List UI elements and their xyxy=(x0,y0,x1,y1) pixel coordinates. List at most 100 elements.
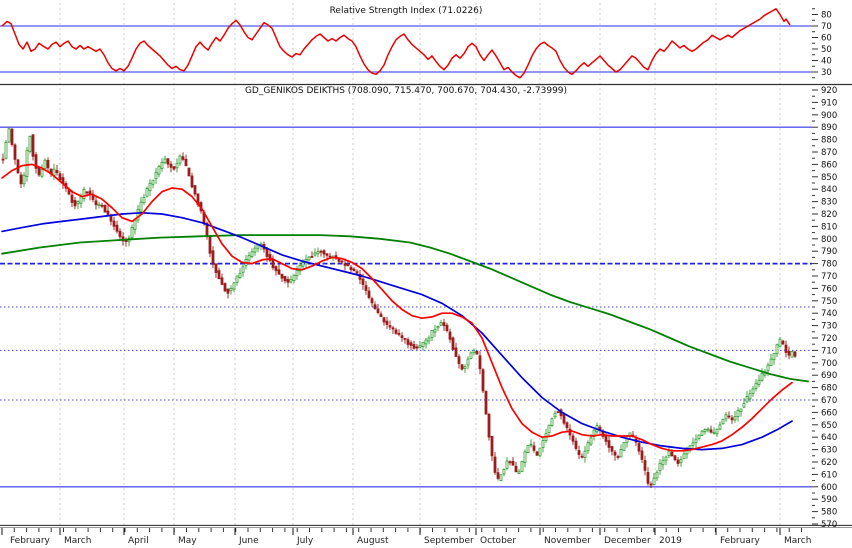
candle-body xyxy=(589,437,593,445)
x-axis-label: March xyxy=(784,536,811,546)
candle-body xyxy=(322,250,326,255)
candle-body xyxy=(556,411,560,414)
x-axis-label: February xyxy=(720,536,761,546)
candle-body xyxy=(406,339,410,345)
candle-body xyxy=(295,270,299,277)
candle-body xyxy=(562,414,566,424)
price-axis-label: 790 xyxy=(821,247,837,257)
candle-body xyxy=(115,224,119,232)
candle-body xyxy=(442,322,446,327)
candle-body xyxy=(448,331,452,340)
candle-body xyxy=(481,369,485,392)
price-axis-label: 670 xyxy=(821,396,837,406)
candle-body xyxy=(709,429,713,433)
candle-body xyxy=(454,347,458,357)
candle-body xyxy=(496,472,500,479)
candle-body xyxy=(82,189,86,199)
candle-body xyxy=(169,163,173,168)
candle-body xyxy=(40,169,44,177)
candle-body xyxy=(658,462,662,471)
candle-body xyxy=(772,353,776,361)
candle-body xyxy=(502,469,506,475)
candle-body xyxy=(541,440,545,448)
candle-body xyxy=(154,172,158,179)
candle-body xyxy=(460,364,464,370)
candle-body xyxy=(340,260,344,263)
candle-body xyxy=(25,149,29,177)
candle-body xyxy=(13,144,17,160)
candle-body xyxy=(271,259,275,269)
candle-body xyxy=(715,428,719,435)
candle-body xyxy=(766,364,770,372)
price-axis-label: 830 xyxy=(821,198,837,208)
candle-body xyxy=(640,450,644,460)
price-axis-label: 850 xyxy=(821,173,837,183)
candle-body xyxy=(379,313,383,318)
candle-body xyxy=(310,256,314,258)
rsi-axis-label: 70 xyxy=(821,22,832,32)
candle-body xyxy=(280,273,284,279)
price-axis-label: 860 xyxy=(821,160,837,170)
price-axis-label: 610 xyxy=(821,470,837,480)
candle-body xyxy=(652,477,656,485)
x-axis-label: September xyxy=(424,536,474,546)
rsi-axis-label: 40 xyxy=(821,57,832,67)
candle-body xyxy=(430,329,434,338)
candle-body xyxy=(748,393,752,400)
candle-body xyxy=(517,471,521,474)
candle-body xyxy=(673,455,677,461)
chart-canvas[interactable]: February March April May June July August Septe… xyxy=(0,0,852,548)
candle-body xyxy=(694,438,698,443)
candle-body xyxy=(163,158,167,164)
candle-body xyxy=(757,379,761,385)
candle-body xyxy=(535,451,539,456)
candle-body xyxy=(436,326,440,329)
candle-body xyxy=(724,414,728,420)
candle-body xyxy=(733,416,737,421)
candle-body xyxy=(172,166,176,170)
candle-body xyxy=(427,337,431,342)
price-axis-label: 740 xyxy=(821,309,837,319)
candle-body xyxy=(139,201,143,212)
candle-body xyxy=(532,445,536,451)
candle-body xyxy=(223,283,227,292)
candle-body xyxy=(619,449,623,458)
candle-body xyxy=(760,373,764,381)
candle-body xyxy=(106,210,110,215)
candle-body xyxy=(478,355,482,370)
price-axis-label: 780 xyxy=(821,260,837,270)
x-axis-label: 2019 xyxy=(659,536,682,546)
candle-body xyxy=(664,456,668,461)
candle-body xyxy=(679,459,683,464)
candle-body xyxy=(742,403,746,408)
candle-body xyxy=(94,200,98,206)
candle-body xyxy=(193,185,197,195)
candle-body xyxy=(739,408,743,412)
candle-body xyxy=(451,337,455,350)
price-axis-label: 640 xyxy=(821,433,837,443)
candle-body xyxy=(265,248,269,257)
candle-body xyxy=(754,382,758,389)
candle-body xyxy=(415,346,419,349)
candle-body xyxy=(352,268,356,272)
price-axis-label: 580 xyxy=(821,508,837,518)
candle-body xyxy=(736,410,740,417)
candle-body xyxy=(412,344,416,349)
price-axis-label: 620 xyxy=(821,458,837,468)
candle-body xyxy=(577,450,581,456)
candle-body xyxy=(343,263,347,266)
candle-body xyxy=(457,356,461,364)
candle-body xyxy=(469,352,473,359)
candle-body xyxy=(622,442,626,451)
candle-body xyxy=(157,165,161,175)
candle-body xyxy=(151,179,155,185)
candle-body xyxy=(610,446,614,452)
candle-body xyxy=(22,174,26,185)
candle-body xyxy=(670,452,674,457)
x-axis-label: November xyxy=(544,536,591,546)
candle-body xyxy=(574,440,578,449)
candle-body xyxy=(133,219,137,230)
candle-body xyxy=(241,266,245,273)
candle-body xyxy=(160,161,164,169)
candle-body xyxy=(571,435,575,442)
